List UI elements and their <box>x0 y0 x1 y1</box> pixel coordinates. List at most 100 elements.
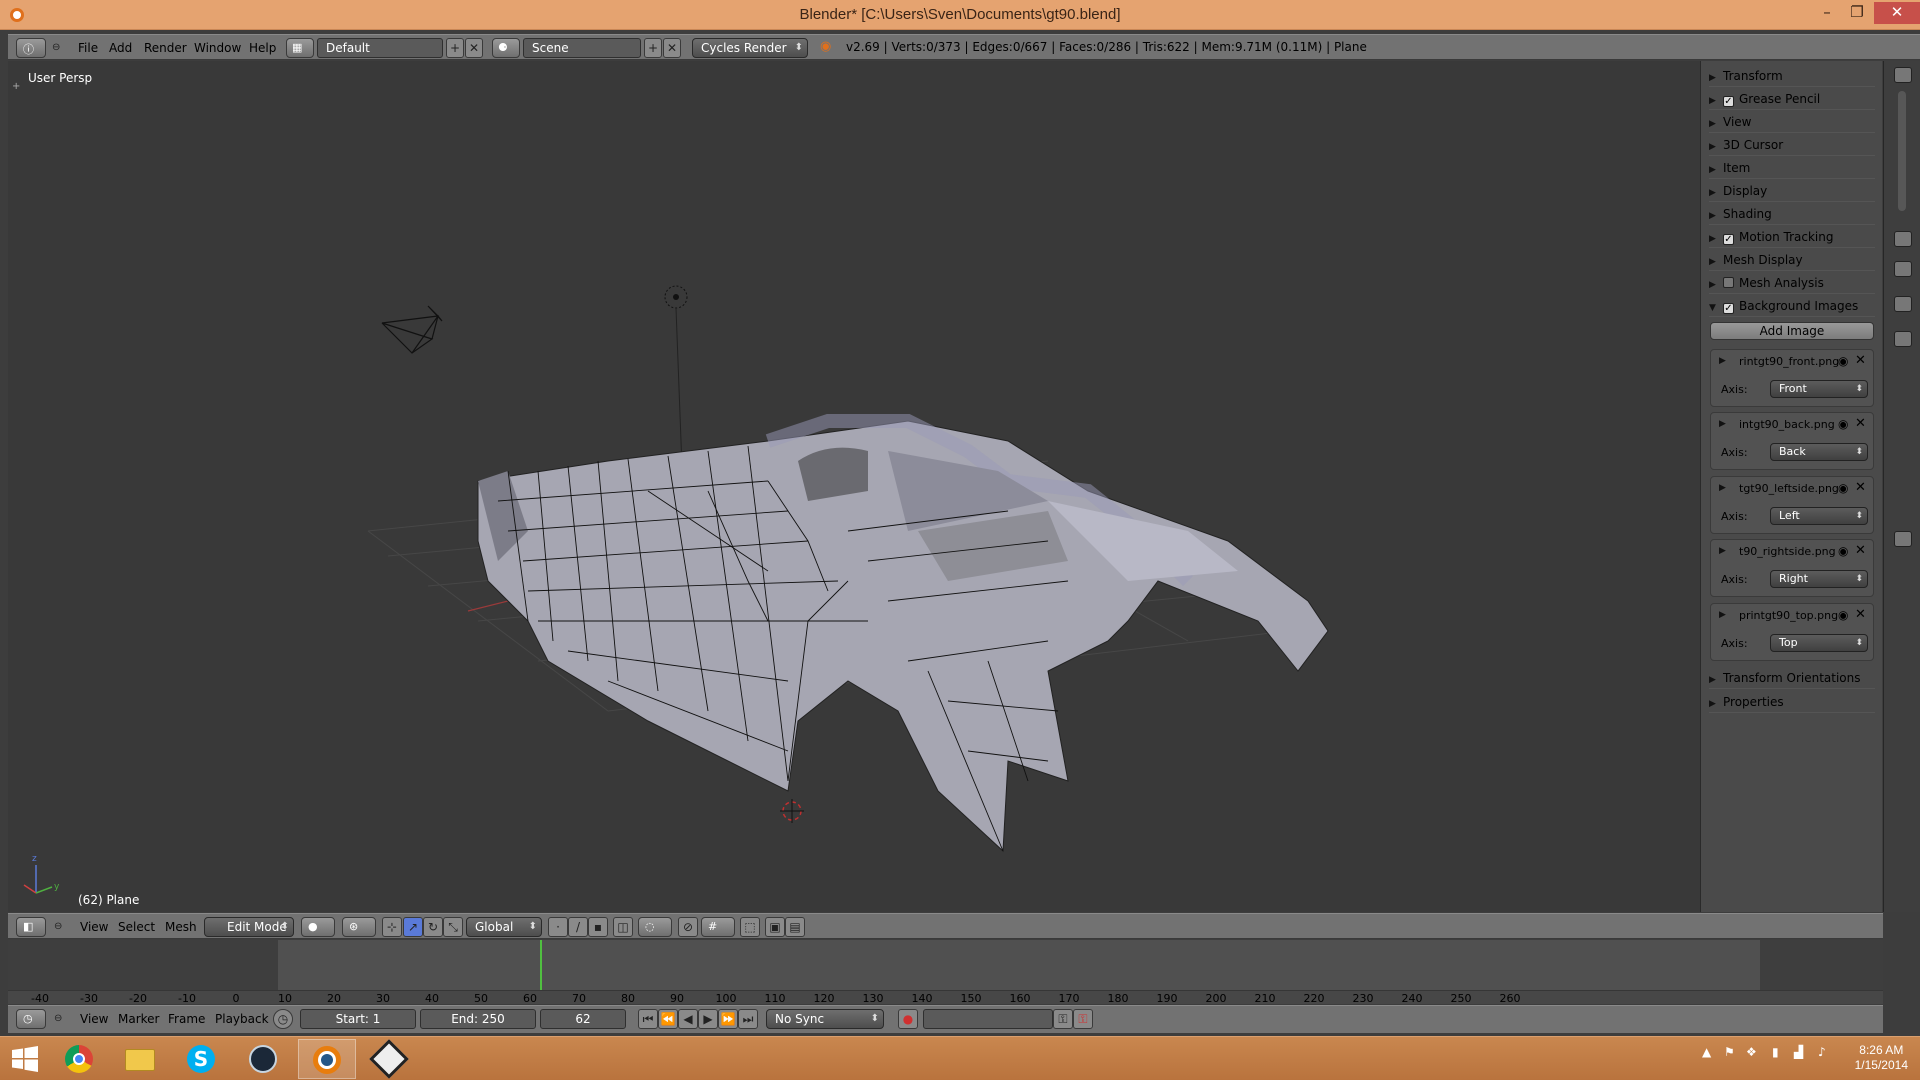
taskbar-app[interactable] <box>360 1039 418 1079</box>
dropbox-icon[interactable]: ❖ <box>1746 1045 1757 1059</box>
add-image-button[interactable]: Add Image <box>1710 322 1874 340</box>
collapse-menu-icon[interactable]: ⊖ <box>54 1010 62 1028</box>
action-center-flag-icon[interactable]: ⚑ <box>1724 1045 1735 1059</box>
motion-tracking-checkbox[interactable]: ✓ <box>1723 234 1734 245</box>
start-button[interactable] <box>0 1039 50 1079</box>
jump-start-icon[interactable]: ⏮ <box>638 1009 658 1029</box>
play-reverse-icon[interactable]: ◀ <box>678 1009 698 1029</box>
editor-type-3d-view-button[interactable]: ◧ <box>16 917 46 937</box>
keying-set-field[interactable] <box>923 1009 1053 1029</box>
timeline-track[interactable] <box>278 940 1768 990</box>
taskbar-skype[interactable]: S <box>172 1039 230 1079</box>
translate-manipulator-icon[interactable]: ↗ <box>403 917 423 937</box>
pivot-point-button[interactable]: ⊛ <box>342 917 376 937</box>
jump-keyframe-forward-icon[interactable]: ⏩ <box>718 1009 738 1029</box>
expand-triangle-icon[interactable]: ▶ <box>1719 610 1726 620</box>
screen-layout-field[interactable]: Default <box>317 38 443 58</box>
render-tab-icon[interactable] <box>1894 231 1912 247</box>
remove-image-icon[interactable]: ✕ <box>1855 416 1866 431</box>
menu-window[interactable]: Window <box>194 39 241 57</box>
eye-icon[interactable]: ◉ <box>1838 608 1848 622</box>
preview-range-icon[interactable]: ◷ <box>273 1009 293 1029</box>
panel-properties[interactable]: ▶ Properties <box>1709 691 1875 713</box>
mesh-analysis-checkbox[interactable] <box>1723 277 1734 288</box>
menu-view[interactable]: View <box>80 918 108 936</box>
panel-view[interactable]: ▶ View <box>1709 111 1875 133</box>
scene-field[interactable]: Scene <box>523 38 641 58</box>
transform-orientation-dropdown[interactable]: Global <box>466 917 542 937</box>
taskbar-chrome[interactable] <box>50 1039 108 1079</box>
manipulator-toggle-icon[interactable]: ⊹ <box>382 917 402 937</box>
panel-mesh-analysis[interactable]: ▶ Mesh Analysis <box>1709 272 1875 294</box>
scene-button[interactable]: ⚈ <box>492 38 520 58</box>
3d-cursor-icon[interactable] <box>780 799 804 823</box>
frame-ruler[interactable]: -40 -30 -20 -10 0 10 20 30 40 50 60 70 80 90 100 110 120… <box>8 990 1883 1005</box>
opengl-render-icon[interactable]: ⬚ <box>740 917 760 937</box>
editor-type-info-button[interactable]: ⓘ <box>16 38 46 58</box>
snap-element-button[interactable]: # <box>701 917 735 937</box>
menu-select[interactable]: Select <box>118 918 155 936</box>
eye-icon[interactable]: ◉ <box>1838 417 1848 431</box>
end-frame-field[interactable]: End: 250 <box>420 1009 536 1029</box>
axis-dropdown[interactable]: Left <box>1770 507 1868 525</box>
timeline-editor[interactable]: -40 -30 -20 -10 0 10 20 30 40 50 60 70 80 90 100 110 120… <box>8 940 1883 1005</box>
taskbar-blender[interactable] <box>298 1039 356 1079</box>
eye-icon[interactable]: ◉ <box>1838 354 1848 368</box>
render-image-icon[interactable]: ▣ <box>765 917 785 937</box>
system-clock[interactable]: 8:26 AM 1/15/2014 <box>1855 1043 1908 1073</box>
remove-image-icon[interactable]: ✕ <box>1855 607 1866 622</box>
taskbar-steam[interactable] <box>234 1039 292 1079</box>
panel-shading[interactable]: ▶ Shading <box>1709 203 1875 225</box>
axis-dropdown[interactable]: Back <box>1770 443 1868 461</box>
menu-playback[interactable]: Playback <box>215 1010 269 1028</box>
jump-end-icon[interactable]: ⏭ <box>738 1009 758 1029</box>
render-animation-icon[interactable]: ▤ <box>785 917 805 937</box>
network-signal-icon[interactable]: ▟ <box>1794 1045 1803 1059</box>
current-frame-field[interactable]: 62 <box>540 1009 626 1029</box>
expand-triangle-icon[interactable]: ▶ <box>1719 419 1726 429</box>
screen-layout-button[interactable]: ▦ <box>286 38 314 58</box>
delete-keyframe-icon[interactable]: ⚿ <box>1073 1009 1093 1029</box>
editor-type-timeline-button[interactable]: ◷ <box>16 1009 46 1029</box>
menu-view[interactable]: View <box>80 1010 108 1028</box>
expand-triangle-icon[interactable]: ▶ <box>1719 483 1726 493</box>
panel-item[interactable]: ▶ Item <box>1709 157 1875 179</box>
remove-image-icon[interactable]: ✕ <box>1855 480 1866 495</box>
face-select-icon[interactable]: ▪ <box>588 917 608 937</box>
panel-motion-tracking[interactable]: ▶ ✓ Motion Tracking <box>1709 226 1875 248</box>
panel-transform[interactable]: ▶ Transform <box>1709 65 1875 87</box>
add-layout-button[interactable]: + <box>446 38 464 58</box>
edge-select-icon[interactable]: / <box>568 917 588 937</box>
proportional-edit-button[interactable]: ◌ <box>638 917 672 937</box>
maximize-button[interactable]: ❐ <box>1842 2 1872 24</box>
expand-triangle-icon[interactable]: ▶ <box>1719 356 1726 366</box>
record-icon[interactable]: ● <box>898 1009 918 1029</box>
menu-file[interactable]: File <box>78 39 98 57</box>
axis-dropdown[interactable]: Right <box>1770 570 1868 588</box>
background-images-checkbox[interactable]: ✓ <box>1723 303 1734 314</box>
remove-image-icon[interactable]: ✕ <box>1855 353 1866 368</box>
panel-transform-orientations[interactable]: ▶ Transform Orientations <box>1709 667 1875 689</box>
insert-keyframe-icon[interactable]: ⚿ <box>1053 1009 1073 1029</box>
car-body-mesh[interactable] <box>477 414 1329 853</box>
volume-icon[interactable]: ♪ <box>1818 1045 1826 1059</box>
tools-tab-icon[interactable] <box>1894 261 1912 277</box>
rotate-manipulator-icon[interactable]: ↻ <box>423 917 443 937</box>
add-scene-button[interactable]: + <box>644 38 662 58</box>
scrollbar[interactable] <box>1898 91 1906 211</box>
panel-background-images[interactable]: ▼ ✓ Background Images <box>1709 295 1875 317</box>
remove-image-icon[interactable]: ✕ <box>1855 543 1866 558</box>
panel-3d-cursor[interactable]: ▶ 3D Cursor <box>1709 134 1875 156</box>
start-frame-field[interactable]: Start: 1 <box>300 1009 416 1029</box>
axis-dropdown[interactable]: Top <box>1770 634 1868 652</box>
play-icon[interactable]: ▶ <box>698 1009 718 1029</box>
vertex-select-icon[interactable]: · <box>548 917 568 937</box>
render-engine-dropdown[interactable]: Cycles Render <box>692 38 808 58</box>
collapse-menu-icon[interactable]: ⊖ <box>54 918 62 936</box>
eye-icon[interactable]: ◉ <box>1838 544 1848 558</box>
menu-frame[interactable]: Frame <box>168 1010 205 1028</box>
expand-triangle-icon[interactable]: ▶ <box>1719 546 1726 556</box>
minimize-button[interactable]: – <box>1812 2 1842 24</box>
mode-dropdown[interactable]: Edit Mode <box>204 917 294 937</box>
tray-expand-icon[interactable]: ▲ <box>1702 1045 1711 1059</box>
